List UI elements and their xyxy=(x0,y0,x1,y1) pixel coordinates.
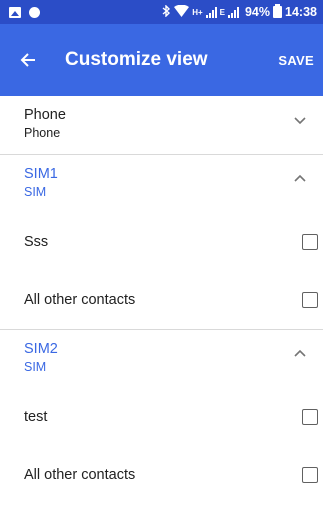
bluetooth-icon xyxy=(162,3,171,20)
save-button[interactable]: SAVE xyxy=(270,24,323,96)
chevron-up-icon xyxy=(294,349,306,357)
account-subtitle: Phone xyxy=(24,126,61,140)
clock: 14:38 xyxy=(285,5,317,19)
list-item[interactable]: Sss xyxy=(0,213,323,271)
network-type-label-2: E xyxy=(219,7,225,17)
chevron-up-icon xyxy=(294,174,306,182)
app-bar: Customize view SAVE xyxy=(0,24,323,96)
list-item-label: All other contacts xyxy=(24,467,136,483)
account-title: SIM1 xyxy=(24,166,58,182)
checkbox[interactable] xyxy=(302,409,318,425)
list-item-label: Sss xyxy=(24,234,49,250)
account-header-sim1[interactable]: SIM1 SIM xyxy=(0,155,323,213)
wifi-icon xyxy=(174,4,190,20)
checkbox[interactable] xyxy=(302,234,318,250)
chevron-down-icon xyxy=(294,117,306,125)
account-list: Phone Phone SIM1 SIM Sss All other conta… xyxy=(0,96,323,504)
network-type-label: H+ xyxy=(192,7,203,17)
back-button[interactable] xyxy=(0,24,56,96)
battery-icon xyxy=(273,4,283,18)
account-title: SIM2 xyxy=(24,341,58,357)
circle-icon xyxy=(29,6,40,18)
list-item[interactable]: All other contacts xyxy=(0,446,323,504)
arrow-left-icon xyxy=(20,53,35,67)
checkbox[interactable] xyxy=(302,292,318,308)
status-bar: H+ E 94% 14:38 xyxy=(0,0,323,24)
checkbox[interactable] xyxy=(302,467,318,483)
account-subtitle: SIM xyxy=(24,360,47,374)
list-item[interactable]: test xyxy=(0,388,323,446)
signal-icon xyxy=(205,6,217,18)
list-item-label: All other contacts xyxy=(24,292,136,308)
list-item[interactable]: All other contacts xyxy=(0,271,323,329)
signal-icon-2 xyxy=(227,6,239,18)
account-title: Phone xyxy=(24,107,66,123)
list-item-label: test xyxy=(24,409,48,425)
account-header-phone[interactable]: Phone Phone xyxy=(0,96,323,154)
account-subtitle: SIM xyxy=(24,185,47,199)
account-header-sim2[interactable]: SIM2 SIM xyxy=(0,330,323,388)
battery-percent: 94% xyxy=(244,5,271,19)
image-icon xyxy=(9,6,21,18)
page-title: Customize view xyxy=(65,49,208,70)
